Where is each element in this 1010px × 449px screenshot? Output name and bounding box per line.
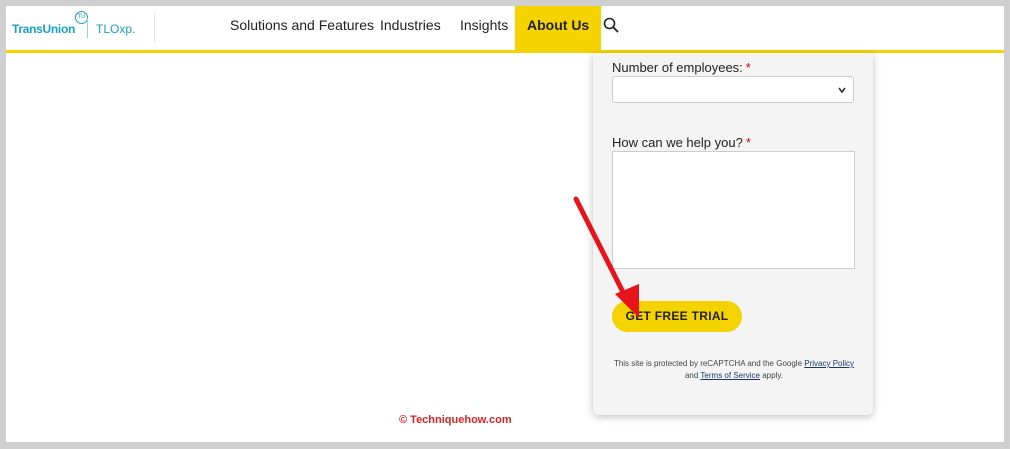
help-label-text: How can we help you? xyxy=(612,135,743,150)
logo-brand-text: TransUnion xyxy=(12,22,76,36)
red-arrow-annotation xyxy=(573,196,639,318)
logo-divider xyxy=(87,18,88,38)
recaptcha-notice: This site is protected by reCAPTCHA and … xyxy=(603,358,865,382)
terms-of-service-link[interactable]: Terms of Service xyxy=(700,371,760,380)
employees-label-text: Number of employees: xyxy=(612,60,743,75)
nav-insights[interactable]: Insights xyxy=(460,6,508,50)
employees-label: Number of employees: * xyxy=(612,60,751,75)
legal-text-3: apply. xyxy=(762,371,783,380)
required-mark: * xyxy=(745,60,751,75)
nav-solutions-and-features[interactable]: Solutions and Features xyxy=(230,6,374,50)
chevron-down-icon xyxy=(838,87,846,94)
search-icon[interactable] xyxy=(603,17,619,33)
required-mark: * xyxy=(745,135,751,150)
transunion-tloxp-logo[interactable]: TransUnion TU TLOxp. xyxy=(12,11,155,42)
nav-about-us[interactable]: About Us xyxy=(515,6,602,50)
legal-text-2: and xyxy=(684,371,699,380)
help-label: How can we help you? * xyxy=(612,135,751,150)
nav-industries[interactable]: Industries xyxy=(380,6,441,50)
watermark: © Techniquehow.com xyxy=(399,414,512,426)
legal-text-1: This site is protected by reCAPTCHA and … xyxy=(613,359,803,368)
browser-viewport: TransUnion TU TLOxp. Solutions and Featu… xyxy=(6,6,1004,442)
privacy-policy-link[interactable]: Privacy Policy xyxy=(804,359,854,368)
site-header: TransUnion TU TLOxp. Solutions and Featu… xyxy=(6,6,1004,53)
employees-select[interactable] xyxy=(612,76,854,103)
logo-product-text: TLOxp. xyxy=(96,22,136,36)
